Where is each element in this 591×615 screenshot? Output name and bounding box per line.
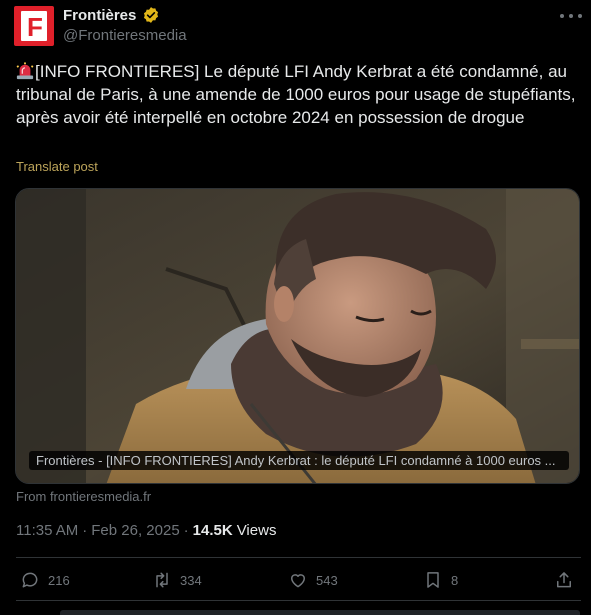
avatar-logo: F: [21, 11, 47, 41]
more-dot-icon: [569, 14, 573, 18]
repost-count: 334: [180, 572, 202, 588]
like-button[interactable]: 543: [288, 570, 338, 590]
bookmark-button[interactable]: 8: [423, 570, 458, 590]
reply-count: 216: [48, 572, 70, 588]
link-card-caption[interactable]: Frontières - [INFO FRONTIERES] Andy Kerb…: [29, 451, 569, 470]
bookmark-count: 8: [451, 572, 459, 588]
article-photo: [16, 189, 579, 483]
share-icon: [557, 572, 571, 588]
bookmark-icon: [427, 572, 439, 588]
author-display-name[interactable]: Frontières: [63, 7, 136, 24]
reply-icon: [22, 572, 38, 588]
author-handle[interactable]: @Frontieresmedia: [63, 27, 187, 44]
more-options-button[interactable]: [560, 8, 582, 24]
author-name-line: Frontières: [63, 6, 160, 24]
post-date[interactable]: Feb 26, 2025: [91, 522, 179, 539]
post-time[interactable]: 11:35 AM: [16, 522, 78, 539]
share-button[interactable]: [554, 570, 574, 590]
divider: [16, 600, 581, 601]
link-card-media[interactable]: Frontières - [INFO FRONTIERES] Andy Kerb…: [15, 188, 580, 484]
avatar[interactable]: F: [14, 6, 54, 46]
siren-icon: [16, 62, 34, 80]
divider: [16, 557, 581, 558]
action-bar: 216 334 543 8: [0, 570, 591, 592]
reply-composer-edge: [60, 610, 580, 615]
more-dot-icon: [578, 14, 582, 18]
heart-icon: [291, 574, 305, 588]
meta-separator: ·: [183, 522, 189, 539]
meta-separator: ·: [82, 522, 88, 539]
like-count: 543: [316, 572, 338, 588]
verified-badge-icon[interactable]: [142, 6, 160, 24]
tweet-body: [INFO FRONTIERES] Le député LFI Andy Ker…: [16, 62, 576, 127]
translate-post-link[interactable]: Translate post: [16, 159, 98, 174]
reply-button[interactable]: 216: [20, 570, 70, 590]
repost-icon: [156, 572, 168, 588]
post-meta: 11:35 AM · Feb 26, 2025 · 14.5K Views: [16, 522, 276, 539]
avatar-letter: F: [27, 12, 43, 42]
views-count[interactable]: 14.5K: [193, 522, 233, 539]
tweet-text: [INFO FRONTIERES] Le député LFI Andy Ker…: [16, 60, 586, 129]
repost-button[interactable]: 334: [152, 570, 202, 590]
link-source[interactable]: From frontieresmedia.fr: [16, 489, 151, 504]
more-dot-icon: [560, 14, 564, 18]
views-label: Views: [236, 522, 277, 539]
